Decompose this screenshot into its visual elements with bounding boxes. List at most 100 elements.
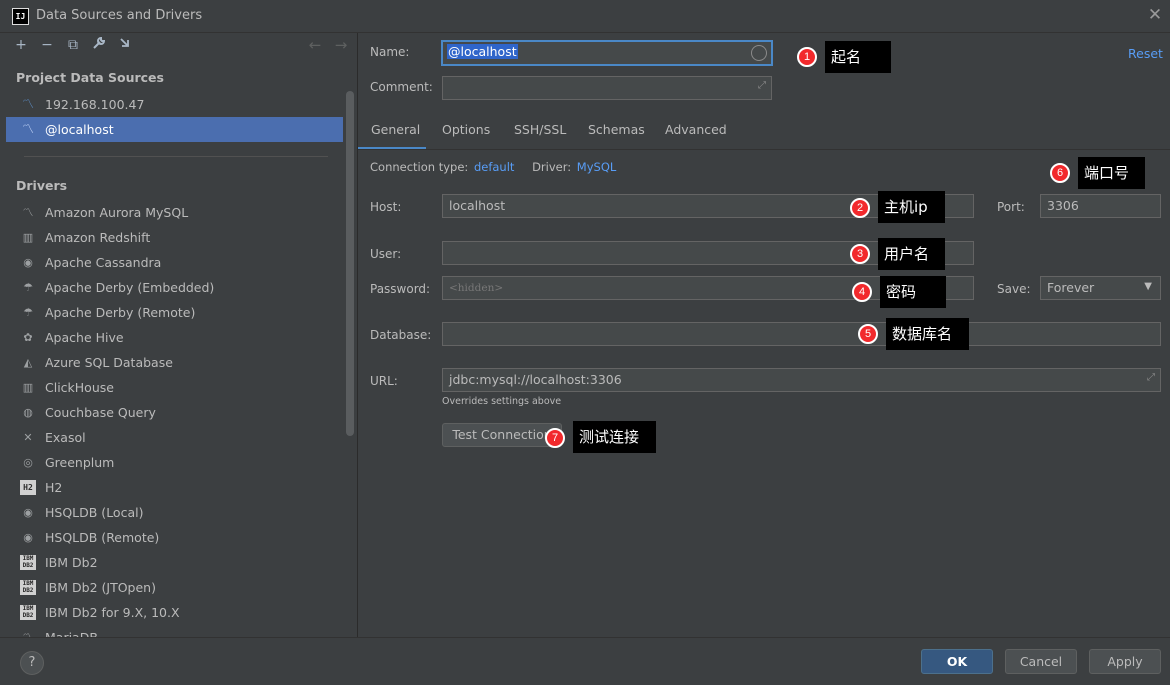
connection-type-label: Connection type:: [370, 160, 469, 174]
dialog-footer: [0, 637, 1170, 685]
driver-label: Amazon Aurora MySQL: [45, 205, 189, 220]
comment-label: Comment:: [370, 80, 433, 94]
annotation-badge-1: 1: [797, 47, 817, 67]
copy-icon[interactable]: ⧉: [64, 36, 82, 54]
apply-button[interactable]: Apply: [1089, 649, 1161, 674]
driver-item[interactable]: ▥ Amazon Redshift: [6, 225, 343, 250]
driver-label: Amazon Redshift: [45, 230, 151, 245]
connection-settings-panel: Name: @localhost Reset Comment: ⤢ Genera…: [358, 33, 1170, 637]
driver-label: Greenplum: [45, 455, 115, 470]
driver-item[interactable]: ◉ Apache Cassandra: [6, 250, 343, 275]
driver-link[interactable]: MySQL: [577, 160, 617, 174]
port-input[interactable]: 3306: [1040, 194, 1161, 218]
annotation-badge-6: 6: [1050, 163, 1070, 183]
save-label: Save:: [997, 282, 1031, 296]
data-source-label: @localhost: [45, 122, 114, 137]
host-label: Host:: [370, 200, 402, 214]
driver-label: H2: [45, 480, 63, 495]
mariadb-icon: 〽: [20, 630, 36, 637]
driver-item[interactable]: ▥ ClickHouse: [6, 375, 343, 400]
remove-icon[interactable]: −: [38, 36, 56, 54]
driver-label: HSQLDB (Local): [45, 505, 144, 520]
annotation-callout-6: 端口号: [1078, 157, 1145, 189]
add-icon[interactable]: +: [12, 36, 30, 54]
driver-label: IBM Db2 (JTOpen): [45, 580, 156, 595]
driver-label: HSQLDB (Remote): [45, 530, 160, 545]
driver-item[interactable]: H2 H2: [6, 475, 343, 500]
connection-type-value[interactable]: default: [474, 160, 514, 174]
url-override-note: Overrides settings above: [442, 396, 562, 407]
driver-item[interactable]: IBM DB2 IBM Db2 (JTOpen): [6, 575, 343, 600]
cancel-button[interactable]: Cancel: [1005, 649, 1077, 674]
driver-item[interactable]: ◉ HSQLDB (Local): [6, 500, 343, 525]
host-value: localhost: [449, 198, 506, 213]
hsqldb-icon: ◉: [23, 531, 33, 544]
driver-label: Apache Derby (Embedded): [45, 280, 215, 295]
reset-link[interactable]: Reset: [1128, 46, 1163, 61]
chevron-down-icon: ▼: [1144, 281, 1152, 292]
tab-options[interactable]: Options: [442, 122, 490, 137]
window-title: Data Sources and Drivers: [36, 8, 203, 23]
driver-item[interactable]: 〽 Amazon Aurora MySQL: [6, 200, 343, 225]
expand-icon[interactable]: ⤢: [1147, 372, 1155, 383]
url-input[interactable]: jdbc:mysql://localhost:3306 ⤢: [442, 368, 1161, 392]
driver-item[interactable]: IBM DB2 IBM Db2: [6, 550, 343, 575]
database-label: Database:: [370, 328, 432, 342]
test-connection-button[interactable]: Test Connection: [442, 423, 562, 447]
driver-label: Apache Hive: [45, 330, 124, 345]
divider: [24, 156, 328, 157]
driver-item[interactable]: ◉ HSQLDB (Remote): [6, 525, 343, 550]
h2-icon: H2: [20, 480, 36, 495]
data-source-item[interactable]: 〽 @localhost: [6, 117, 343, 142]
couchbase-icon: ◍: [23, 406, 33, 419]
driver-item[interactable]: ◍ Couchbase Query: [6, 400, 343, 425]
greenplum-icon: ◎: [23, 456, 33, 469]
comment-input[interactable]: ⤢: [442, 76, 772, 100]
annotation-callout-2: 主机ip: [878, 191, 945, 223]
driver-label: IBM Db2 for 9.X, 10.X: [45, 605, 180, 620]
data-source-item[interactable]: 〽 192.168.100.47: [6, 92, 343, 117]
name-label: Name:: [370, 45, 410, 59]
password-label: Password:: [370, 282, 431, 296]
driver-item[interactable]: ☂ Apache Derby (Remote): [6, 300, 343, 325]
driver-item[interactable]: ◭ Azure SQL Database: [6, 350, 343, 375]
azure-icon: ◭: [23, 356, 33, 369]
port-label: Port:: [997, 200, 1025, 214]
close-icon[interactable]: ✕: [1145, 5, 1165, 25]
ok-button[interactable]: OK: [921, 649, 993, 674]
tab-ssh-ssl[interactable]: SSH/SSL: [514, 122, 566, 137]
back-arrow-icon[interactable]: ←: [306, 36, 324, 54]
annotation-callout-7: 测试连接: [573, 421, 656, 453]
tab-general[interactable]: General: [371, 122, 420, 137]
driver-item[interactable]: ◎ Greenplum: [6, 450, 343, 475]
import-icon[interactable]: [116, 36, 134, 54]
driver-item[interactable]: ✕ Exasol: [6, 425, 343, 450]
hive-icon: ✿: [23, 331, 33, 344]
help-button[interactable]: ?: [20, 651, 44, 675]
user-label: User:: [370, 247, 402, 261]
forward-arrow-icon[interactable]: →: [332, 36, 350, 54]
annotation-callout-1: 起名: [825, 41, 891, 73]
driver-item[interactable]: IBM DB2 IBM Db2 for 9.X, 10.X: [6, 600, 343, 625]
tab-advanced[interactable]: Advanced: [665, 122, 727, 137]
annotation-callout-3: 用户名: [878, 238, 945, 270]
mysql-icon: 〽: [21, 97, 34, 111]
driver-label: ClickHouse: [45, 380, 114, 395]
driver-item[interactable]: ✿ Apache Hive: [6, 325, 343, 350]
color-circle-icon[interactable]: [751, 45, 767, 61]
scrollbar[interactable]: [346, 91, 354, 436]
name-input[interactable]: @localhost: [441, 40, 773, 66]
driver-item[interactable]: 〽 MariaDB: [6, 625, 343, 637]
wrench-icon[interactable]: [90, 36, 108, 54]
annotation-callout-4: 密码: [880, 276, 946, 308]
tab-schemas[interactable]: Schemas: [588, 122, 645, 137]
driver-item[interactable]: ☂ Apache Derby (Embedded): [6, 275, 343, 300]
database-input[interactable]: [442, 322, 1161, 346]
connection-type-row: Connection type: default Driver: MySQL: [370, 160, 616, 174]
driver-label: IBM Db2: [45, 555, 98, 570]
expand-icon[interactable]: ⤢: [758, 80, 766, 91]
save-select[interactable]: Forever ▼: [1040, 276, 1161, 300]
data-sources-panel: + − ⧉ ← → Project Data Sources 〽 192.168.…: [0, 33, 357, 637]
cassandra-icon: ◉: [23, 256, 33, 269]
url-value: jdbc:mysql://localhost:3306: [449, 372, 622, 387]
